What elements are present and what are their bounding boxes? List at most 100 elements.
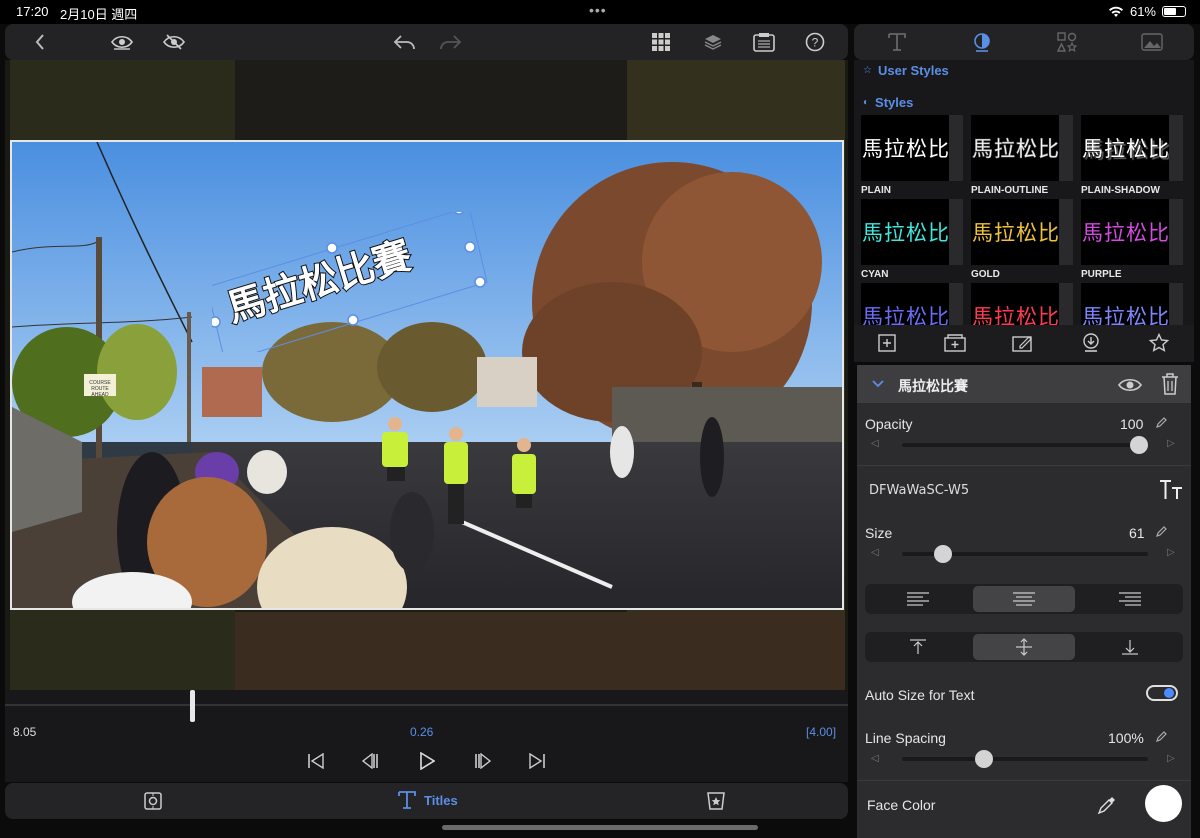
size-edit-pencil-icon[interactable] [1155,526,1167,538]
title-name: 馬拉松比賽 [898,378,968,394]
wifi-icon [1108,6,1123,17]
line-spacing-slider-knob[interactable] [974,750,993,768]
favorite-star-icon[interactable] [1146,331,1172,355]
line-spacing-decrease-icon[interactable]: ◁ [871,753,879,764]
home-indicator[interactable] [442,825,758,830]
multitasking-dots-icon[interactable]: ••• [589,2,607,18]
style-swatch[interactable]: 馬拉松比 CYAN [861,199,967,280]
timeline[interactable]: 8.05 0.26 [4.00] [5,690,848,782]
text-tab-icon[interactable] [854,24,939,60]
opacity-slider-knob[interactable] [1130,436,1148,454]
align-top-icon[interactable] [867,634,969,660]
layers-icon[interactable] [698,28,728,56]
align-bottom-icon[interactable] [1079,634,1181,660]
size-decrease-icon[interactable]: ◁ [871,547,879,558]
titles-tab[interactable]: Titles [398,790,458,810]
visibility-eye-icon[interactable] [1117,377,1143,393]
trash-icon[interactable] [1161,373,1179,395]
style-swatch-preview: 馬拉松比 [971,199,1059,265]
styles-label: Styles [875,95,914,110]
divider [857,465,1191,466]
skip-to-start-icon[interactable] [303,748,329,774]
style-swatch[interactable]: 馬拉松比 PLAIN-SHADOW [1081,115,1187,196]
undo-icon[interactable] [390,28,420,56]
video-frame[interactable]: COURSE ROUTE AHEAD 馬拉松比賽 [10,140,844,610]
title-overlay[interactable]: 馬拉松比賽 [212,212,502,352]
auto-size-label: Auto Size for Text [865,687,975,703]
image-tab-icon[interactable] [1109,24,1194,60]
back-icon[interactable] [25,28,55,56]
timeline-duration[interactable]: [4.00] [806,725,836,739]
eyedropper-icon[interactable] [1097,795,1117,815]
video-preview[interactable]: COURSE ROUTE AHEAD 馬拉松比賽 [5,60,848,690]
effects-icon[interactable] [705,791,727,811]
style-swatch-label: PLAIN-SHADOW [1081,185,1160,196]
opacity-slider[interactable] [902,436,1148,454]
battery-percent: 61% [1129,4,1156,19]
crop-icon[interactable] [143,791,163,811]
opacity-value: 100 [1120,416,1144,432]
playhead[interactable] [190,690,196,722]
style-swatch[interactable]: 馬拉松比 PURPLE [1081,199,1187,280]
grid-icon[interactable] [646,28,676,56]
style-swatch[interactable]: 馬拉松比 GOLD [971,199,1077,280]
size-label: Size [865,525,893,541]
align-center-icon[interactable] [973,586,1075,612]
eye-icon[interactable] [107,28,137,56]
opacity-label: Opacity [865,416,913,432]
style-swatch-label: GOLD [971,269,1000,280]
font-picker-icon[interactable] [1159,479,1183,501]
auto-size-toggle[interactable] [1146,685,1178,701]
style-swatch-preview: 馬拉松比 [861,199,949,265]
inspector-tabs [854,24,1194,60]
chevron-down-icon[interactable] [871,379,885,389]
help-icon[interactable]: ? [800,28,830,56]
size-slider[interactable] [902,545,1148,563]
style-swatch-preview: 馬拉松比 [1081,115,1169,181]
font-name[interactable]: DFWaWaSC-W5 [869,483,969,498]
step-back-icon[interactable] [357,748,383,774]
align-right-icon[interactable] [1079,586,1181,612]
battery-icon [1162,6,1186,17]
eye-off-icon[interactable] [159,28,189,56]
play-icon[interactable] [414,748,440,774]
timeline-track[interactable] [5,704,848,706]
styles-icon: ◐ [863,97,870,108]
user-styles-section[interactable]: ☆ User Styles [863,63,949,78]
clipboard-icon[interactable] [749,28,779,56]
shapes-tab-icon[interactable] [1024,24,1109,60]
style-swatch-label: PLAIN [861,185,891,196]
style-swatch[interactable]: 馬拉松比 PLAIN-OUTLINE [971,115,1077,196]
title-header[interactable]: 馬拉松比賽 [857,365,1191,403]
style-swatch-preview: 馬拉松比 [971,115,1059,181]
add-style-group-icon[interactable] [942,331,968,355]
add-style-icon[interactable] [874,331,900,355]
step-forward-icon[interactable] [470,748,496,774]
line-spacing-increase-icon[interactable]: ▷ [1167,753,1175,764]
skip-to-end-icon[interactable] [524,748,550,774]
status-bar: 17:20 2月10日 週四 ••• 61% [0,0,1200,24]
opacity-edit-pencil-icon[interactable] [1155,417,1167,429]
style-tab-icon[interactable] [939,24,1024,60]
download-style-icon[interactable] [1078,331,1104,355]
face-color-swatch[interactable] [1145,785,1182,822]
align-middle-icon[interactable] [973,634,1075,660]
opacity-increase-icon[interactable]: ▷ [1167,438,1175,449]
style-swatch-edge [949,199,963,265]
align-left-icon[interactable] [867,586,969,612]
redo-icon[interactable] [435,28,465,56]
size-slider-knob[interactable] [933,545,952,563]
status-date: 2月10日 週四 [60,7,138,22]
size-increase-icon[interactable]: ▷ [1167,547,1175,558]
style-swatch-edge [1059,199,1073,265]
timeline-current: 0.26 [410,725,434,739]
style-swatch[interactable]: 馬拉松比 PLAIN [861,115,967,196]
line-spacing-slider[interactable] [902,750,1148,768]
divider [857,780,1191,781]
opacity-decrease-icon[interactable]: ◁ [871,438,879,449]
edit-style-icon[interactable] [1010,331,1036,355]
line-spacing-edit-pencil-icon[interactable] [1155,731,1167,743]
styles-section[interactable]: ◐ Styles [863,95,913,110]
handle-bottom [347,314,359,326]
title-text[interactable]: 馬拉松比賽 [221,232,418,332]
